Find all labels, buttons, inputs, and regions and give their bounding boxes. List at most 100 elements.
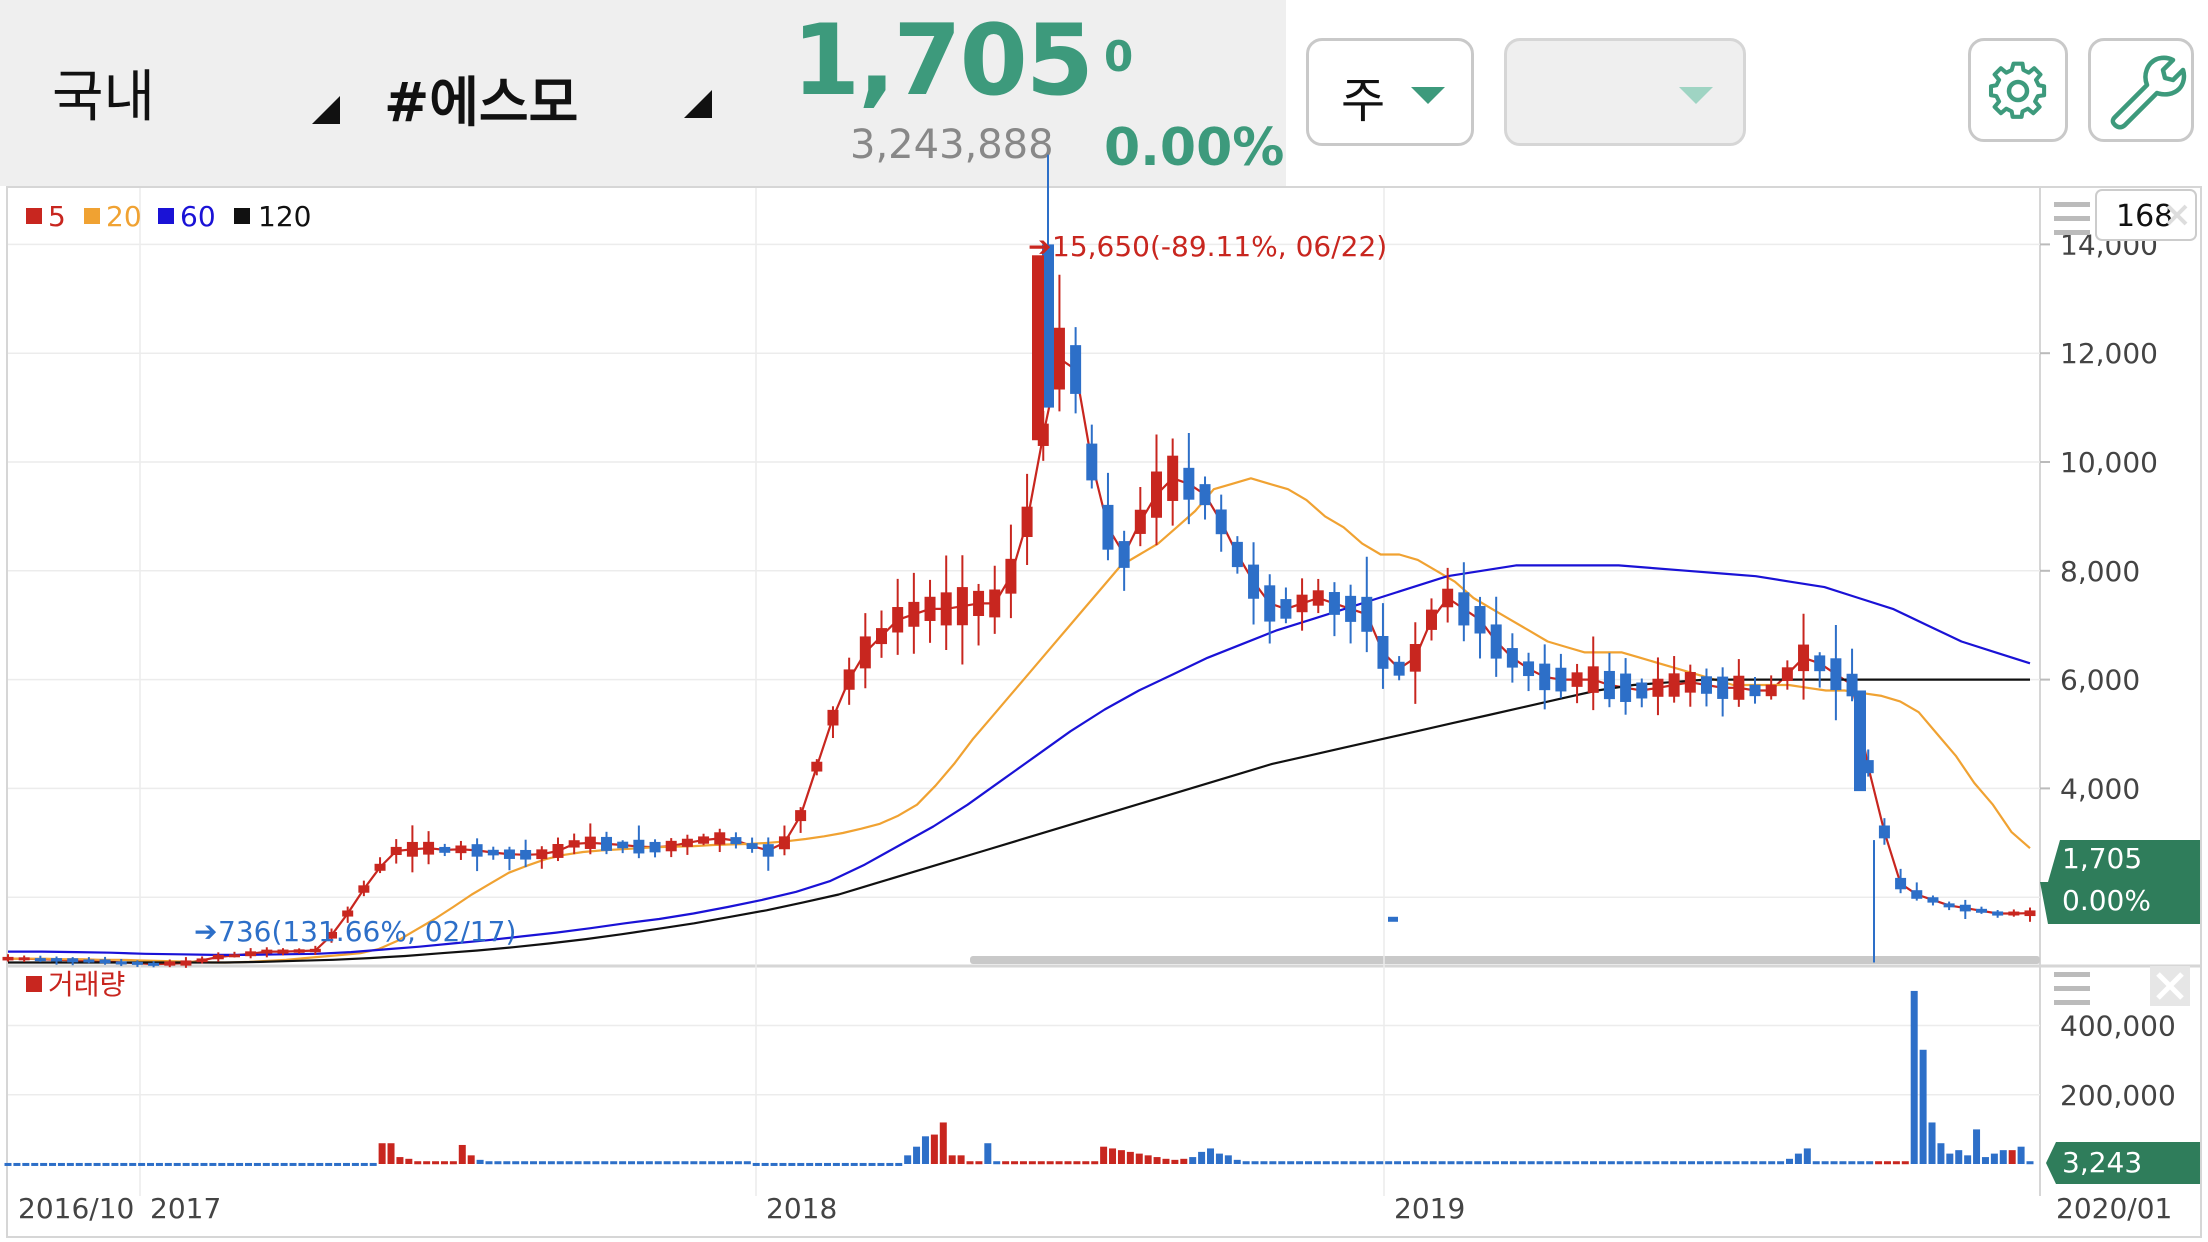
volume-bar	[351, 1162, 359, 1166]
volume-bar	[1358, 1161, 1366, 1165]
volume-bar	[1785, 1158, 1793, 1164]
volume-bar	[503, 1161, 511, 1165]
candle	[2008, 911, 2020, 916]
x-tick-label: 2019	[1394, 1192, 1465, 1225]
volume-bar	[1456, 1161, 1464, 1165]
volume-bar	[1999, 1150, 2007, 1164]
chart-scrollbar[interactable]	[970, 956, 2040, 964]
volume-bar	[681, 1161, 689, 1165]
volume-bar	[209, 1162, 217, 1166]
volume-bar	[1973, 1129, 1981, 1164]
candle	[228, 954, 240, 958]
last-pct-label: 0.00%	[2062, 884, 2151, 917]
candle	[843, 669, 855, 690]
y-tick-label: 400,000	[2060, 1010, 2176, 1043]
volume-bar	[1135, 1153, 1143, 1164]
volume-bar	[521, 1161, 529, 1165]
candle	[131, 961, 143, 965]
volume-bar	[1171, 1159, 1179, 1164]
volume-bar	[877, 1162, 885, 1166]
candle	[164, 961, 176, 966]
candle	[1150, 471, 1162, 518]
legend-swatch	[26, 208, 42, 224]
volume-bar	[939, 1122, 947, 1164]
candle	[633, 839, 645, 854]
candle	[1377, 636, 1389, 669]
volume-bar	[1207, 1148, 1215, 1164]
hamburger-icon[interactable]	[2054, 972, 2090, 1005]
volume-bar	[1759, 1161, 1767, 1165]
volume-bar	[57, 1162, 65, 1166]
candle	[439, 846, 451, 853]
volume-bar	[1447, 1161, 1455, 1165]
close-icon[interactable]	[2150, 966, 2190, 1006]
volume-bar	[1661, 1161, 1669, 1165]
candle	[1280, 599, 1292, 619]
volume-bar	[13, 1162, 21, 1166]
y-tick-label: 12,000	[2060, 337, 2158, 370]
volume-bar	[1741, 1161, 1749, 1165]
volume-bar	[1260, 1161, 1268, 1165]
volume-bar	[1376, 1161, 1384, 1165]
candle	[245, 951, 257, 957]
volume-bar	[1821, 1161, 1829, 1165]
volume-bar	[1937, 1143, 1945, 1164]
candle	[827, 709, 839, 726]
volume-bar	[1509, 1161, 1517, 1165]
ma-line-5	[8, 357, 2031, 966]
volume-bar	[1964, 1155, 1972, 1164]
volume-bar	[1616, 1161, 1624, 1165]
candle	[1506, 648, 1518, 668]
candle	[714, 832, 726, 845]
volume-bar	[1304, 1161, 1312, 1165]
volume-bar	[236, 1162, 244, 1166]
volume-bar	[120, 1162, 128, 1166]
candle	[536, 849, 548, 860]
volume-bar	[1296, 1161, 1304, 1165]
volume-bar	[583, 1161, 591, 1165]
volume-bar	[476, 1159, 484, 1164]
volume-bar	[1590, 1161, 1598, 1165]
volume-bar	[1394, 1161, 1402, 1165]
volume-bar	[1420, 1161, 1428, 1165]
candle	[1264, 585, 1276, 622]
candle	[1975, 908, 1987, 913]
volume-bar	[1037, 1161, 1045, 1165]
price-legend: 5 20 60 120	[26, 200, 311, 233]
volume-bar	[218, 1162, 226, 1166]
candle	[471, 844, 483, 857]
volume-bar	[565, 1161, 573, 1165]
volume-bar	[414, 1161, 422, 1165]
last-price-tag: 1,705 0.00%	[2040, 840, 2200, 924]
volume-bar	[1714, 1161, 1722, 1165]
candle	[1490, 624, 1502, 659]
volume-bar	[298, 1162, 306, 1166]
volume-bar	[1340, 1161, 1348, 1165]
volume-bar	[628, 1161, 636, 1165]
volume-bar	[1278, 1161, 1286, 1165]
volume-bar	[717, 1161, 725, 1165]
stock-chart[interactable]: 14,00012,00010,0008,0006,0004,000400,000…	[0, 0, 2208, 1242]
volume-bar	[984, 1143, 992, 1164]
candle	[1167, 455, 1179, 501]
volume-bar	[84, 1162, 92, 1166]
visible-count-box[interactable]: 168	[2095, 189, 2197, 241]
volume-bar	[316, 1162, 324, 1166]
candle	[1992, 911, 2004, 916]
volume-bar	[1981, 1157, 1989, 1164]
volume-bar	[1287, 1161, 1295, 1165]
volume-bar	[1634, 1161, 1642, 1165]
volume-bar	[530, 1161, 538, 1165]
candle	[1393, 661, 1405, 676]
volume-bar	[262, 1162, 270, 1166]
candle	[859, 636, 871, 669]
volume-bar	[191, 1162, 199, 1166]
candle	[1539, 663, 1551, 691]
candle	[374, 863, 386, 871]
candle	[1425, 609, 1437, 630]
volume-bar	[1153, 1157, 1161, 1164]
volume-bar	[1536, 1161, 1544, 1165]
hamburger-icon[interactable]	[2054, 202, 2090, 235]
candle	[924, 596, 936, 621]
candle	[1021, 506, 1033, 538]
